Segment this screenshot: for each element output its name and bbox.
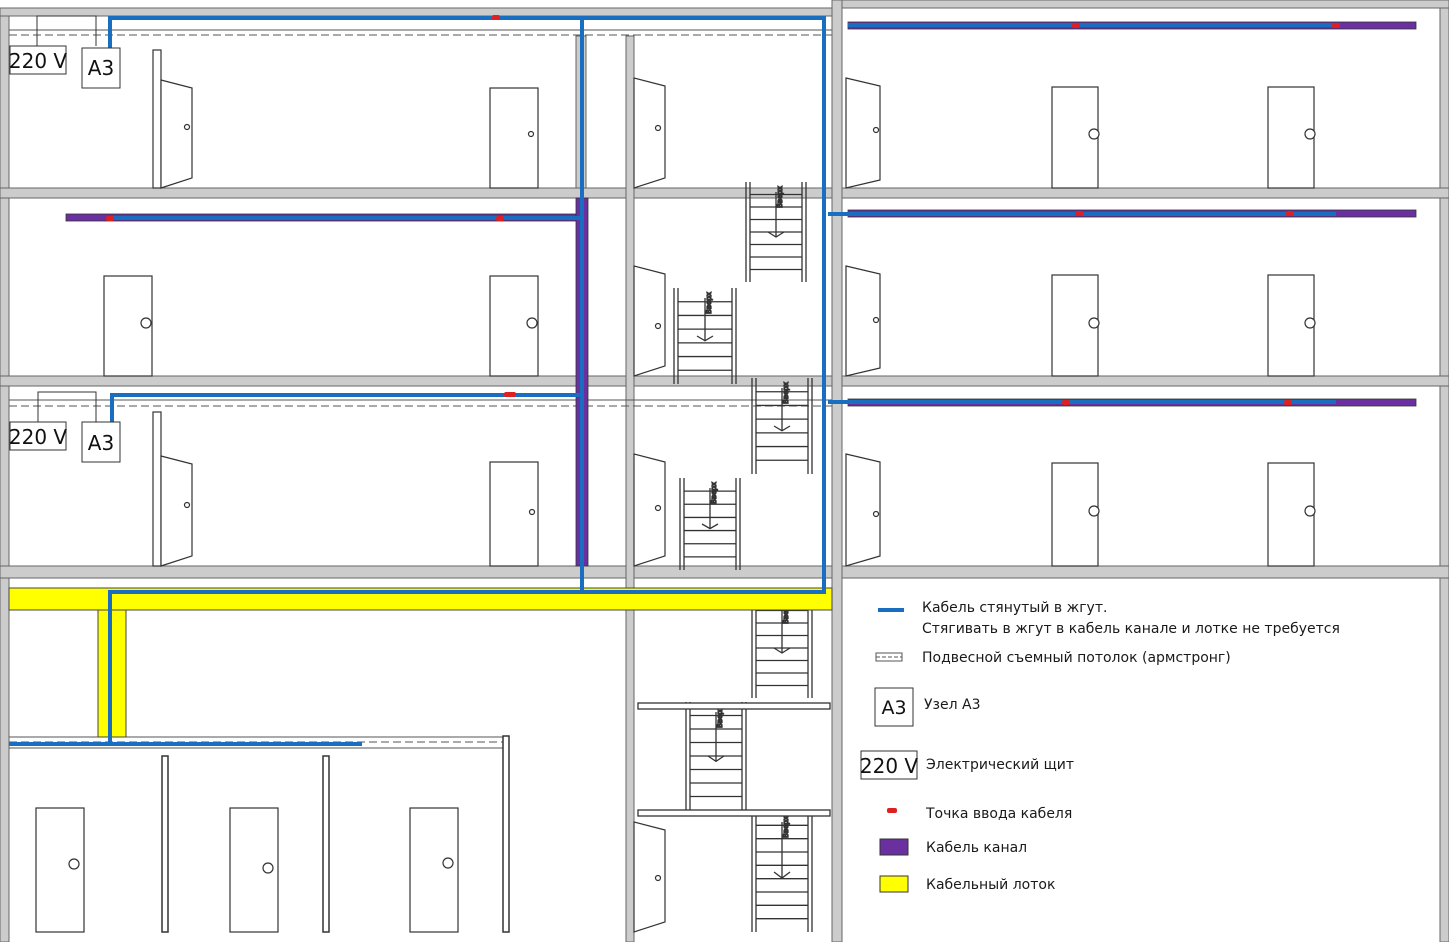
door	[35, 807, 85, 933]
slab-floor-1	[0, 565, 841, 579]
legend-ceiling-swatch	[875, 652, 903, 662]
legend-cable-line1: Кабель стянутый в жгут.	[922, 600, 1107, 616]
door	[489, 275, 539, 377]
legend-entry-swatch	[887, 808, 897, 813]
staircase: Вверх	[679, 478, 741, 570]
node-a3-floor-2: A3	[81, 421, 121, 463]
slab-right-2	[839, 375, 1449, 387]
cable-conduits	[65, 21, 1417, 567]
building-structure	[0, 0, 1449, 942]
stair-up-label: Вверх	[705, 292, 713, 314]
door	[489, 461, 539, 567]
staircase: Вверх	[751, 378, 813, 474]
door	[845, 77, 881, 189]
slab-top-left	[0, 7, 841, 17]
cable-tray	[8, 587, 833, 738]
suspended-ceilings	[9, 29, 832, 749]
door	[1051, 462, 1100, 567]
wall-center-right	[831, 0, 843, 942]
door	[1267, 86, 1316, 189]
wall-left	[0, 7, 10, 942]
door	[1051, 86, 1100, 189]
door	[633, 265, 666, 377]
legend: Кабель стянутый в жгут. Стягивать в жгут…	[860, 600, 1340, 893]
door	[845, 453, 881, 567]
panel-label: 220 V	[9, 49, 68, 73]
staircase: Вверх	[685, 702, 747, 810]
stair-up-label: Вверх	[776, 186, 784, 208]
wall-stair-left	[625, 35, 635, 942]
staircases: ВверхВверхВверхВверхВверхВверхВверх	[673, 182, 813, 932]
slab-right-3	[839, 187, 1449, 199]
legend-ceiling: Подвесной съемный потолок (армстронг)	[922, 650, 1231, 666]
floor-plan-diagram: ВверхВверхВверхВверхВверхВверхВверх 220 …	[0, 0, 1449, 942]
staircase: Вверх	[751, 598, 813, 698]
staircase: Вверх	[751, 812, 813, 932]
slab-top-right	[839, 0, 1449, 9]
slab-right-1	[839, 565, 1449, 579]
staircase: Вверх	[673, 288, 737, 384]
door	[489, 87, 539, 189]
legend-node: Узел А3	[924, 697, 980, 713]
stair-up-label: Вверх	[710, 482, 718, 504]
door	[633, 453, 666, 567]
node-a3-floor-4: A3	[81, 47, 121, 89]
node-label: A3	[88, 431, 114, 455]
node-label: A3	[88, 56, 114, 80]
door	[152, 411, 193, 567]
door	[229, 807, 279, 933]
legend-panel: Электрический щит	[926, 757, 1074, 773]
legend-conduit: Кабель канал	[926, 840, 1027, 856]
legend-panel-box-label: 220 V	[860, 754, 919, 778]
stair-up-label: Вверх	[782, 382, 790, 404]
stair-up-label: Вверх	[782, 816, 790, 838]
legend-entry: Точка ввода кабеля	[925, 806, 1072, 822]
doors	[35, 49, 1316, 933]
stair-landings	[637, 702, 831, 817]
door	[409, 807, 459, 933]
door	[1267, 462, 1316, 567]
door	[633, 77, 666, 189]
legend-tray-swatch	[879, 875, 909, 893]
wall-right	[1439, 0, 1449, 942]
door	[103, 275, 153, 377]
legend-conduit-swatch	[879, 838, 909, 856]
legend-node-box-label: A3	[881, 697, 906, 719]
legend-tray: Кабельный лоток	[926, 877, 1055, 893]
panel-label: 220 V	[9, 425, 68, 449]
slab-floor-3	[0, 187, 841, 199]
door	[152, 49, 193, 189]
door	[1267, 274, 1316, 377]
legend-cable-line2: Стягивать в жгут в кабель канале и лотке…	[922, 621, 1340, 637]
door	[633, 821, 666, 933]
slab-floor-2	[0, 375, 841, 387]
door	[845, 265, 881, 377]
door	[1051, 274, 1100, 377]
